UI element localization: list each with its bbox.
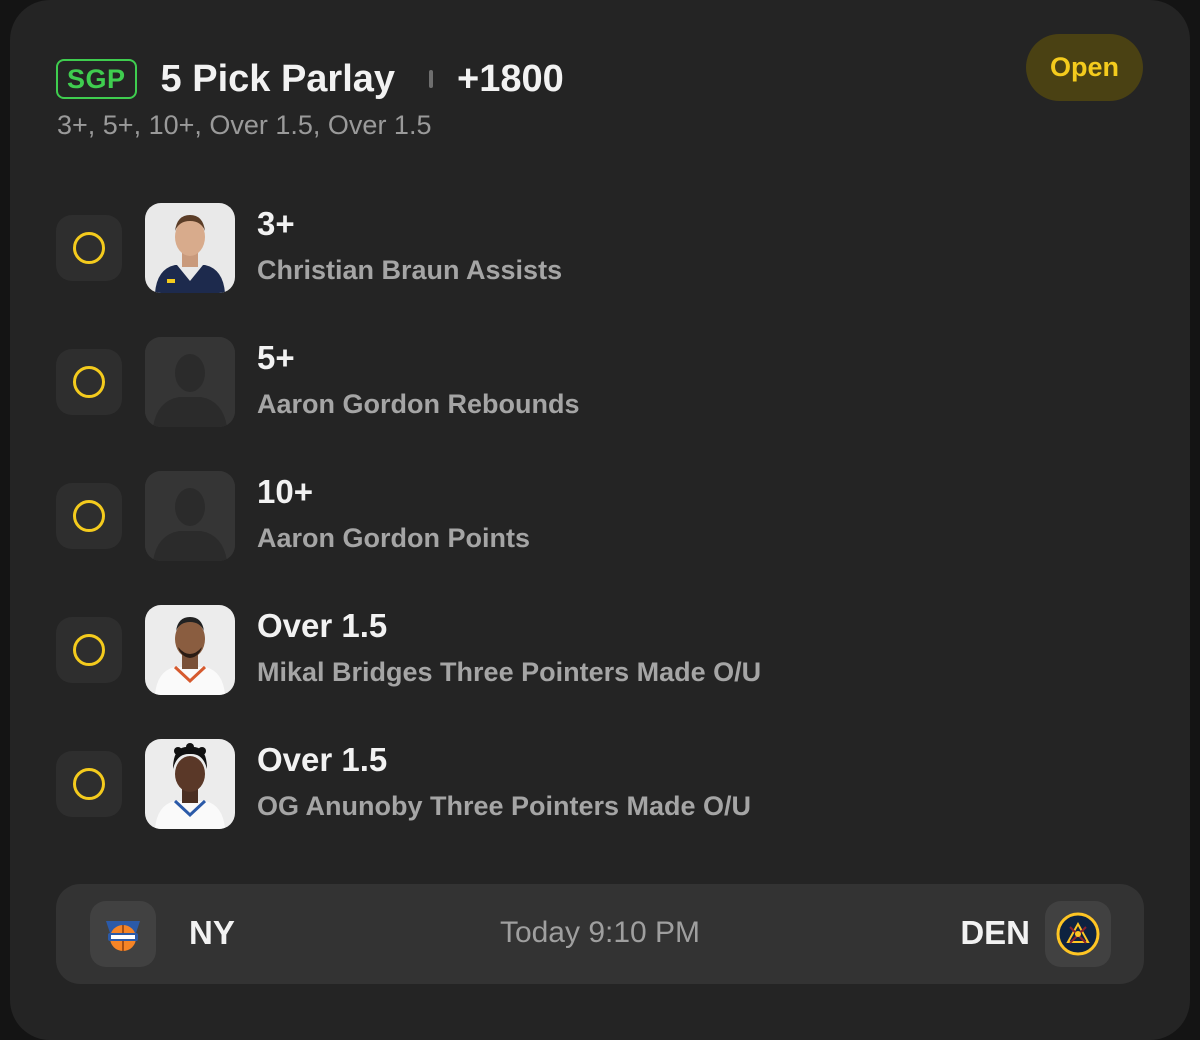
parlay-odds: +1800 — [457, 57, 564, 100]
player-avatar — [145, 337, 235, 427]
pick-status-indicator — [56, 349, 122, 415]
home-team-abbr: DEN — [960, 914, 1030, 951]
pick-line: Over 1.5 — [257, 607, 388, 644]
pending-circle-icon — [73, 232, 105, 264]
nuggets-logo-icon — [1045, 901, 1111, 967]
pick-status-indicator — [56, 215, 122, 281]
status-badge: Open — [1026, 34, 1143, 101]
parlay-summary: 3+, 5+, 10+, Over 1.5, Over 1.5 — [57, 110, 432, 140]
pending-circle-icon — [73, 366, 105, 398]
parlay-title: 5 Pick Parlay — [160, 57, 396, 100]
pick-row[interactable]: 10+ Aaron Gordon Points — [56, 471, 1156, 561]
pick-line: 5+ — [257, 339, 295, 376]
pick-status-indicator — [56, 617, 122, 683]
pick-description: Aaron Gordon Points — [257, 523, 530, 553]
pick-description: Christian Braun Assists — [257, 255, 563, 285]
pick-line: 3+ — [257, 205, 295, 242]
silhouette-icon — [145, 471, 235, 561]
pick-description: Mikal Bridges Three Pointers Made O/U — [257, 657, 762, 687]
player-avatar — [145, 605, 235, 695]
header-divider — [429, 70, 434, 88]
pick-description: OG Anunoby Three Pointers Made O/U — [257, 791, 752, 821]
player-avatar — [145, 203, 235, 293]
player-photo-icon — [145, 605, 235, 695]
pending-circle-icon — [73, 500, 105, 532]
silhouette-icon — [145, 337, 235, 427]
pick-row[interactable]: 3+ Christian Braun Assists — [56, 203, 1156, 293]
pick-row[interactable]: 5+ Aaron Gordon Rebounds — [56, 337, 1156, 427]
pick-status-indicator — [56, 483, 122, 549]
parlay-card[interactable]: SGP 5 Pick Parlay +1800 3+, 5+, 10+, Ove… — [10, 0, 1190, 1040]
pending-circle-icon — [73, 768, 105, 800]
pick-line: 10+ — [257, 473, 313, 510]
sgp-badge: SGP — [56, 59, 137, 99]
game-matchup-bar[interactable]: NY Today 9:10 PM DEN — [56, 884, 1144, 984]
pending-circle-icon — [73, 634, 105, 666]
pick-status-indicator — [56, 751, 122, 817]
pick-row[interactable]: Over 1.5 OG Anunoby Three Pointers Made … — [56, 739, 1156, 829]
player-avatar — [145, 739, 235, 829]
parlay-header: SGP 5 Pick Parlay +1800 — [56, 56, 564, 102]
player-avatar — [145, 471, 235, 561]
player-photo-icon — [145, 739, 235, 829]
player-photo-icon — [145, 203, 235, 293]
pick-line: Over 1.5 — [257, 741, 388, 778]
pick-row[interactable]: Over 1.5 Mikal Bridges Three Pointers Ma… — [56, 605, 1156, 695]
pick-description: Aaron Gordon Rebounds — [257, 389, 580, 419]
